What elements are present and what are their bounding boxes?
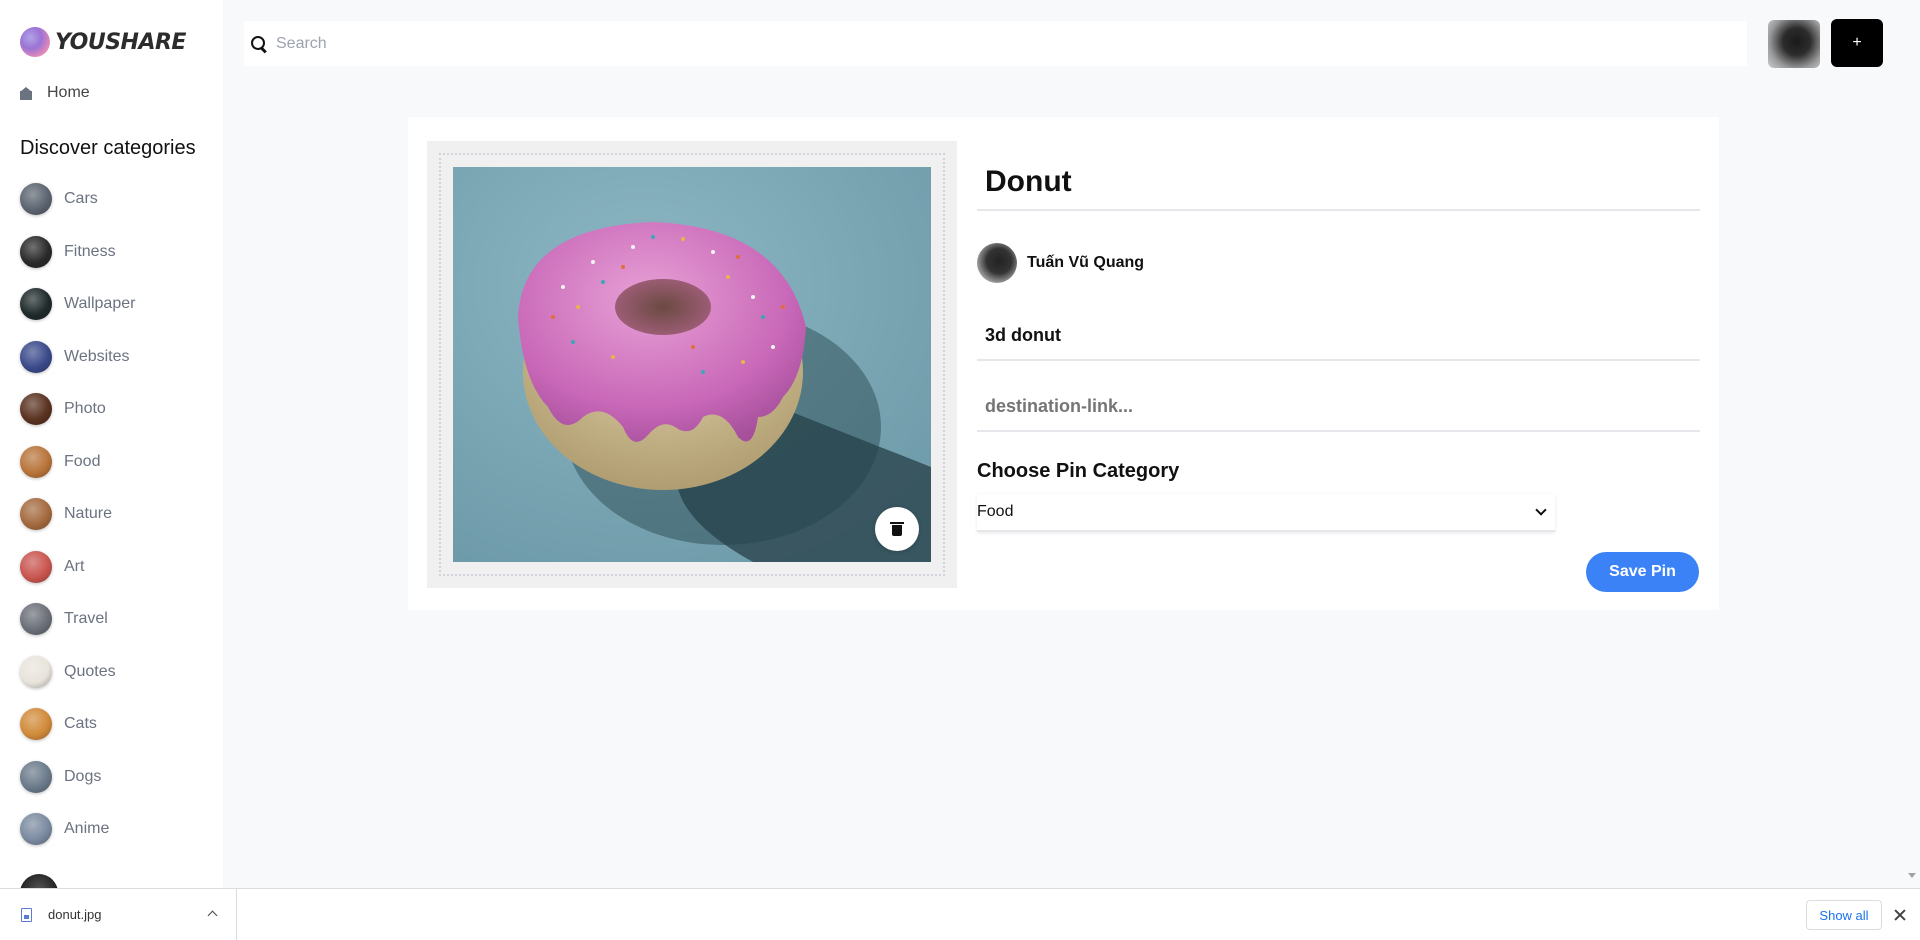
sidebar-item-dogs[interactable]: Dogs: [20, 760, 135, 793]
sidebar-item-label: Cats: [64, 715, 97, 732]
sidebar-item-home[interactable]: Home: [20, 84, 90, 102]
discover-heading: Discover categories: [20, 137, 196, 159]
show-all-button[interactable]: Show all: [1806, 900, 1882, 930]
sidebar-item-cars[interactable]: Cars: [20, 183, 135, 215]
save-pin-button[interactable]: Save Pin: [1586, 552, 1699, 592]
download-file-name: donut.jpg: [48, 907, 102, 922]
sidebar-user-avatar[interactable]: [20, 874, 58, 888]
sidebar-item-label: Food: [64, 452, 101, 470]
add-pin-button[interactable]: +: [1831, 19, 1883, 67]
search-icon: [250, 35, 268, 53]
destination-link-input[interactable]: [977, 382, 1700, 432]
category-thumbnail: [20, 708, 52, 740]
sidebar: YOUSHARE Home Discover categories Cars Fi…: [0, 0, 223, 888]
sidebar-item-label: Photo: [64, 400, 106, 417]
author-name: Tuấn Vũ Quang: [1027, 254, 1145, 271]
sidebar-item-fitness[interactable]: Fitness: [20, 235, 135, 268]
sidebar-item-label: Dogs: [64, 767, 102, 785]
sidebar-item-label: Nature: [64, 505, 113, 522]
donut-image: [453, 167, 931, 562]
sidebar-item-photo[interactable]: Photo: [20, 393, 135, 425]
sidebar-item-nature[interactable]: Nature: [20, 498, 135, 530]
sidebar-item-label: Home: [47, 84, 90, 101]
category-thumbnail: [20, 288, 52, 320]
sidebar-item-travel[interactable]: Travel: [20, 603, 135, 635]
sidebar-item-art[interactable]: Art: [20, 550, 135, 583]
uploaded-image: [453, 167, 931, 562]
category-thumbnail: [20, 550, 52, 583]
category-thumbnail: [20, 760, 52, 793]
category-select[interactable]: Food: [977, 494, 1555, 532]
category-thumbnail: [20, 393, 52, 425]
sidebar-item-anime[interactable]: Anime: [20, 813, 135, 845]
close-icon[interactable]: [1894, 909, 1906, 921]
sidebar-item-label: Websites: [64, 347, 130, 365]
sidebar-item-cats[interactable]: Cats: [20, 708, 135, 740]
logo-text: YOUSHARE: [55, 29, 186, 55]
sidebar-item-food[interactable]: Food: [20, 445, 135, 478]
chevron-down-icon: [1535, 504, 1547, 516]
scroll-down-arrow-icon[interactable]: [1908, 873, 1916, 878]
user-avatar[interactable]: [1768, 20, 1820, 68]
download-item[interactable]: donut.jpg: [0, 889, 237, 940]
trash-icon: [890, 522, 904, 536]
sidebar-item-label: Fitness: [64, 242, 116, 260]
search-input[interactable]: [276, 34, 1676, 53]
category-thumbnail: [20, 183, 52, 215]
downloads-bar: donut.jpg Show all: [0, 888, 1920, 940]
sidebar-item-websites[interactable]: Websites: [20, 340, 135, 373]
logo-orb-icon: [20, 27, 50, 57]
sidebar-item-label: Travel: [64, 610, 108, 627]
image-file-icon: [21, 907, 32, 922]
sidebar-item-wallpaper[interactable]: Wallpaper: [20, 288, 135, 320]
category-thumbnail: [20, 813, 52, 845]
category-thumbnail: [20, 235, 52, 268]
create-pin-card: Tuấn Vũ Quang Choose Pin Category Food S…: [408, 117, 1719, 610]
category-heading: Choose Pin Category: [977, 460, 1180, 482]
category-list: Cars Fitness Wallpaper Websites Photo Food Nat…: [20, 183, 135, 866]
sidebar-item-label: Art: [64, 557, 85, 575]
chevron-up-icon[interactable]: [207, 910, 218, 921]
logo[interactable]: YOUSHARE: [20, 27, 186, 57]
sidebar-item-label: Quotes: [64, 662, 116, 680]
sidebar-item-label: Wallpaper: [64, 295, 136, 312]
home-icon: [20, 86, 33, 100]
scrollbar[interactable]: [1903, 0, 1920, 888]
category-thumbnail: [20, 655, 52, 688]
pin-title-input[interactable]: [977, 155, 1700, 211]
pin-author: Tuấn Vũ Quang: [977, 243, 1144, 283]
search-bar: [244, 21, 1747, 66]
category-thumbnail: [20, 498, 52, 530]
category-thumbnail: [20, 603, 52, 635]
sidebar-item-label: Anime: [64, 820, 110, 837]
category-select-value: Food: [977, 503, 1014, 520]
author-avatar: [977, 243, 1017, 283]
pin-about-input[interactable]: [977, 311, 1700, 361]
category-thumbnail: [20, 445, 52, 478]
sidebar-item-label: Cars: [64, 190, 98, 207]
category-thumbnail: [20, 340, 52, 373]
sidebar-item-quotes[interactable]: Quotes: [20, 655, 135, 688]
delete-image-button[interactable]: [875, 507, 919, 551]
